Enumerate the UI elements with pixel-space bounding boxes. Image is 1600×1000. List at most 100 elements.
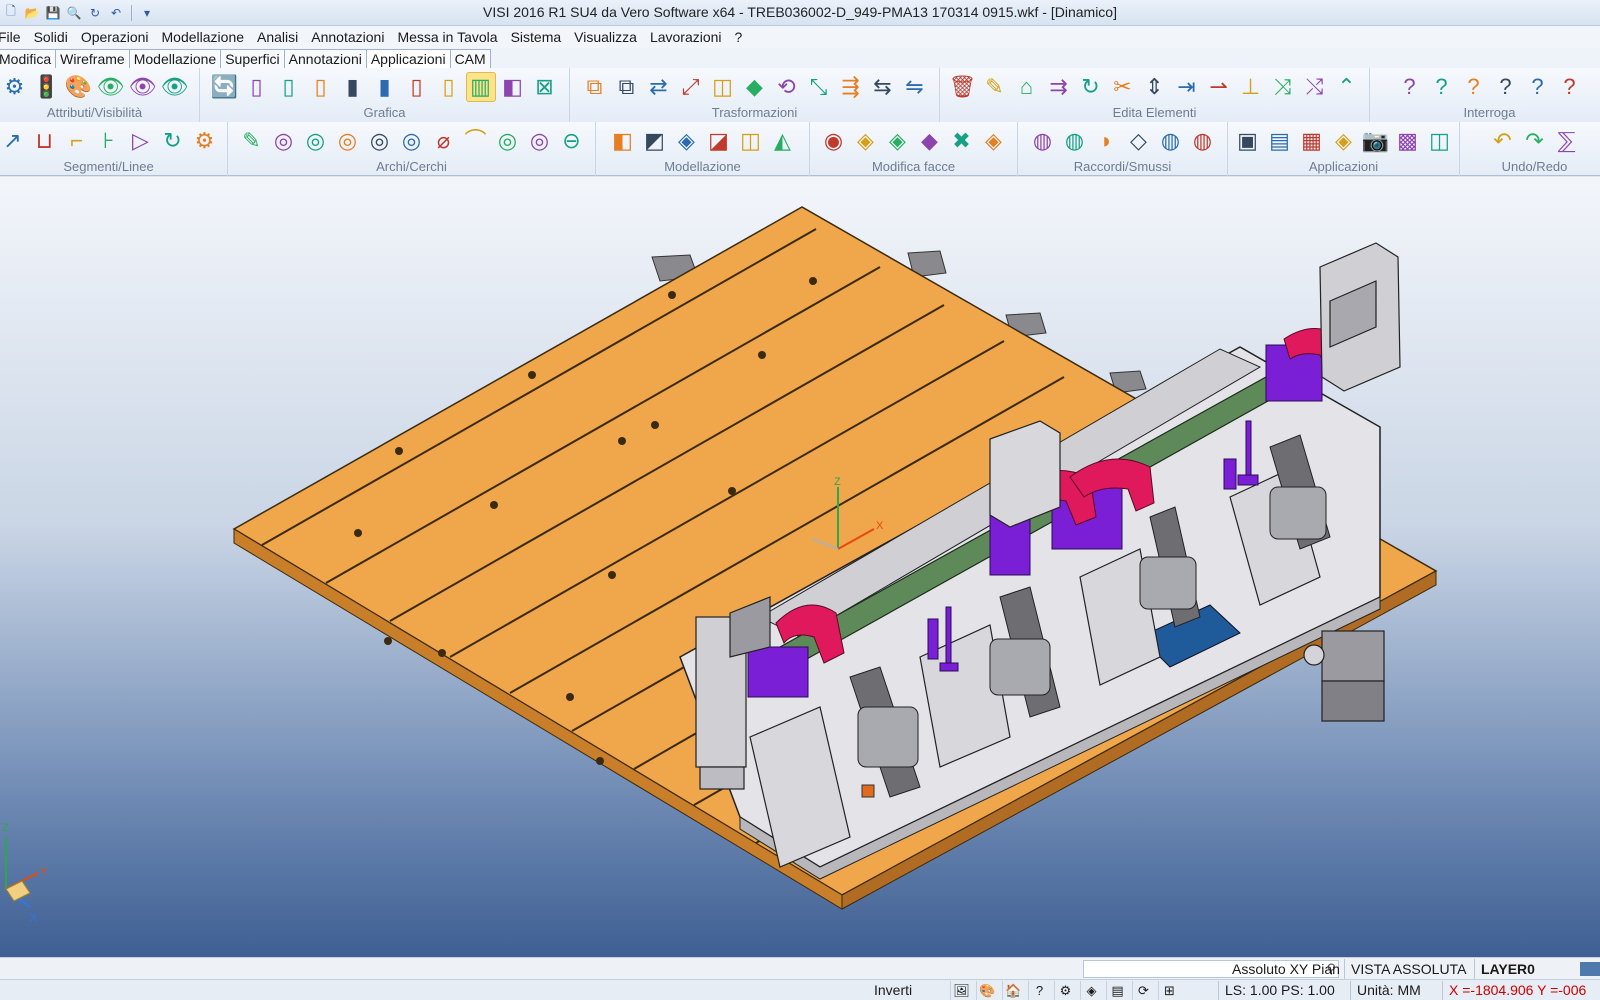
trasformazioni-tool-8-icon[interactable]: ⤡: [804, 72, 834, 102]
applicazioni-tool-6-icon[interactable]: ▩: [1393, 126, 1423, 156]
trasformazioni-tool-10-icon[interactable]: ⇆: [868, 72, 898, 102]
modellazione-tool-6-icon[interactable]: ◭: [768, 126, 798, 156]
invert-button[interactable]: Inverti: [868, 981, 918, 1000]
status-tool-8-icon[interactable]: ⟳: [1132, 981, 1154, 1000]
menu-item-[interactable]: ?: [729, 27, 750, 47]
status-tool-9-icon[interactable]: ⊞: [1158, 981, 1180, 1000]
edita-elementi-tool-12-icon[interactable]: ⤭: [1300, 72, 1330, 102]
grafica-tool-2-icon[interactable]: ▯: [242, 72, 272, 102]
trasformazioni-tool-3-icon[interactable]: ⇄: [644, 72, 674, 102]
archi-cerchi-tool-8-icon[interactable]: ⌒: [461, 126, 491, 156]
trasformazioni-tool-11-icon[interactable]: ⇋: [900, 72, 930, 102]
menu-item-modellazione[interactable]: Modellazione: [156, 27, 252, 47]
modifica-facce-tool-2-icon[interactable]: ◈: [851, 126, 881, 156]
new-file-icon[interactable]: 🗋: [2, 4, 20, 22]
attributi-visibilit-tool-4-icon[interactable]: 👁: [96, 72, 126, 102]
segmenti-linee-tool-4-icon[interactable]: ⊦: [94, 126, 124, 156]
archi-cerchi-tool-9-icon[interactable]: ◎: [493, 126, 523, 156]
edita-elementi-tool-1-icon[interactable]: 🗑: [948, 72, 978, 102]
interroga-tool-4-icon[interactable]: ?: [1491, 72, 1521, 102]
modellazione-tool-3-icon[interactable]: ◈: [672, 126, 702, 156]
menu-item-sistema[interactable]: Sistema: [505, 27, 569, 47]
edita-elementi-tool-8-icon[interactable]: ⇥: [1172, 72, 1202, 102]
interroga-tool-5-icon[interactable]: ?: [1523, 72, 1553, 102]
raccordi-smussi-tool-6-icon[interactable]: ◍: [1188, 126, 1218, 156]
edita-elementi-tool-2-icon[interactable]: ✎: [980, 72, 1010, 102]
edita-elementi-tool-4-icon[interactable]: ⇉: [1044, 72, 1074, 102]
modifica-facce-tool-1-icon[interactable]: ◉: [819, 126, 849, 156]
grafica-tool-7-icon[interactable]: ▯: [402, 72, 432, 102]
edita-elementi-tool-11-icon[interactable]: ⤨: [1268, 72, 1298, 102]
segmenti-linee-tool-7-icon[interactable]: ⚙: [190, 126, 220, 156]
archi-cerchi-tool-2-icon[interactable]: ◎: [269, 126, 299, 156]
tab-wireframe[interactable]: Wireframe: [55, 49, 130, 68]
attributi-visibilit-tool-6-icon[interactable]: 👁: [160, 72, 190, 102]
archi-cerchi-tool-5-icon[interactable]: ◎: [365, 126, 395, 156]
applicazioni-tool-2-icon[interactable]: ▤: [1265, 126, 1295, 156]
modifica-facce-tool-3-icon[interactable]: ◈: [883, 126, 913, 156]
trasformazioni-tool-4-icon[interactable]: ⤢: [676, 72, 706, 102]
view-selector[interactable]: VISTA ASSOLUTA: [1344, 959, 1472, 979]
trasformazioni-tool-6-icon[interactable]: ◆: [740, 72, 770, 102]
undo-redo-tool-2-icon[interactable]: ↷: [1520, 126, 1550, 156]
attributi-visibilit-tool-2-icon[interactable]: 🚦: [32, 72, 62, 102]
edita-elementi-tool-9-icon[interactable]: ⇀: [1204, 72, 1234, 102]
tab-cam[interactable]: CAM: [449, 49, 491, 68]
interroga-tool-6-icon[interactable]: ?: [1555, 72, 1585, 102]
raccordi-smussi-tool-1-icon[interactable]: ◍: [1028, 126, 1058, 156]
attributi-visibilit-tool-5-icon[interactable]: 👁: [128, 72, 158, 102]
zoom-icon[interactable]: 🔍: [65, 4, 83, 22]
applicazioni-tool-4-icon[interactable]: ◈: [1329, 126, 1359, 156]
grafica-tool-1-icon[interactable]: 🔄: [210, 72, 240, 102]
edita-elementi-tool-13-icon[interactable]: ⌃: [1332, 72, 1362, 102]
segmenti-linee-tool-3-icon[interactable]: ⌐: [62, 126, 92, 156]
trasformazioni-tool-9-icon[interactable]: ⇶: [836, 72, 866, 102]
applicazioni-tool-7-icon[interactable]: ◫: [1425, 126, 1455, 156]
edita-elementi-tool-3-icon[interactable]: ⌂: [1012, 72, 1042, 102]
applicazioni-tool-3-icon[interactable]: ▦: [1297, 126, 1327, 156]
raccordi-smussi-tool-5-icon[interactable]: ◍: [1156, 126, 1186, 156]
interroga-tool-3-icon[interactable]: ?: [1459, 72, 1489, 102]
modifica-facce-tool-5-icon[interactable]: ✖: [947, 126, 977, 156]
status-tool-3-icon[interactable]: 🏠: [1002, 981, 1024, 1000]
menu-item-solidi[interactable]: Solidi: [28, 27, 75, 47]
grafica-tool-3-icon[interactable]: ▯: [274, 72, 304, 102]
grafica-tool-8-icon[interactable]: ▯: [434, 72, 464, 102]
grafica-tool-9-icon[interactable]: ▥: [465, 72, 496, 102]
modellazione-tool-4-icon[interactable]: ◪: [704, 126, 734, 156]
raccordi-smussi-tool-2-icon[interactable]: ◍: [1060, 126, 1090, 156]
attributi-visibilit-tool-1-icon[interactable]: ⚙: [0, 72, 30, 102]
raccordi-smussi-tool-4-icon[interactable]: ◇: [1124, 126, 1154, 156]
status-tool-7-icon[interactable]: ▤: [1106, 981, 1128, 1000]
layer-selector[interactable]: LAYER0: [1474, 959, 1541, 979]
grafica-tool-4-icon[interactable]: ▯: [306, 72, 336, 102]
attributi-visibilit-tool-3-icon[interactable]: 🎨: [64, 72, 94, 102]
3d-viewport[interactable]: Z X Z Y X: [0, 177, 1600, 957]
layer-color-swatch[interactable]: [1580, 962, 1600, 976]
segmenti-linee-tool-2-icon[interactable]: ⊔: [30, 126, 60, 156]
edita-elementi-tool-5-icon[interactable]: ↻: [1076, 72, 1106, 102]
tab-annotazioni[interactable]: Annotazioni: [283, 49, 367, 68]
grafica-tool-10-icon[interactable]: ◧: [498, 72, 528, 102]
plane-selector[interactable]: Assoluto XY Pian: [1226, 959, 1346, 979]
status-tool-4-icon[interactable]: ?: [1028, 981, 1050, 1000]
archi-cerchi-tool-10-icon[interactable]: ◎: [525, 126, 555, 156]
grafica-tool-6-icon[interactable]: ▮: [370, 72, 400, 102]
archi-cerchi-tool-1-icon[interactable]: ✎: [237, 126, 267, 156]
open-file-icon[interactable]: 📂: [23, 4, 41, 22]
archi-cerchi-tool-4-icon[interactable]: ◎: [333, 126, 363, 156]
raccordi-smussi-tool-3-icon[interactable]: ◗: [1092, 126, 1122, 156]
edita-elementi-tool-10-icon[interactable]: ⊥: [1236, 72, 1266, 102]
tab-superfici[interactable]: Superfici: [220, 49, 285, 68]
tab-modellazione[interactable]: Modellazione: [128, 49, 222, 68]
segmenti-linee-tool-6-icon[interactable]: ↻: [158, 126, 188, 156]
undo-redo-tool-3-icon[interactable]: ⅀: [1552, 126, 1582, 156]
edita-elementi-tool-7-icon[interactable]: ⇕: [1140, 72, 1170, 102]
interroga-tool-1-icon[interactable]: ?: [1395, 72, 1425, 102]
interroga-tool-2-icon[interactable]: ?: [1427, 72, 1457, 102]
status-tool-2-icon[interactable]: 🎨: [976, 981, 998, 1000]
undo-icon[interactable]: ↶: [107, 4, 125, 22]
menu-item-messa-in-tavola[interactable]: Messa in Tavola: [391, 27, 504, 47]
menu-item-lavorazioni[interactable]: Lavorazioni: [644, 27, 729, 47]
save-icon[interactable]: 💾: [44, 4, 62, 22]
